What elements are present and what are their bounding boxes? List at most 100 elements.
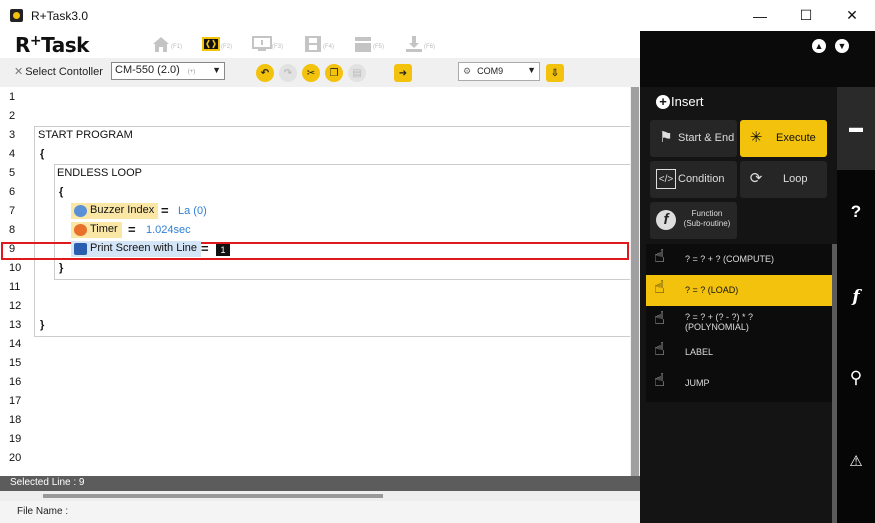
code-editor[interactable]: 1 2 3 4 5 6 7 8 9 10 11 12 13 14 15 16 1… [0,87,630,476]
close-brace: } [40,319,45,331]
command-list: ☝? = ? + ? (COMPUTE) ☝? = ? (LOAD) ☝ ? =… [646,244,832,402]
line-number: 16 [9,376,22,388]
timer-chip[interactable]: Timer [71,222,122,238]
download-icon [406,36,422,52]
clapboard-icon [355,37,371,52]
editor-vertical-scrollbar[interactable] [630,87,640,476]
line-number: 11 [9,281,21,293]
line-number: 13 [9,319,22,331]
redo-button[interactable]: ↷ [279,64,297,82]
endless-loop-keyword[interactable]: ENDLESS LOOP [57,167,142,179]
category-condition[interactable]: </> Condition [650,161,737,198]
monitor-icon [252,36,272,51]
plus-icon: + [656,95,670,109]
line-number: 12 [9,300,22,312]
function-icon: f [656,210,676,230]
line-number: 17 [9,395,22,407]
export-button[interactable]: ➜ [394,64,412,82]
monitor-tab[interactable]: (F3) [252,35,292,57]
home-icon [153,37,169,52]
chat-icon[interactable]: ▬ [837,119,875,135]
assign-operator: = [128,222,136,237]
command-load[interactable]: ☝? = ? (LOAD) [646,275,832,306]
command-polynomial[interactable]: ☝ ? = ? + (? - ?) * ? (POLYNOMIAL) [646,306,832,337]
start-program-keyword[interactable]: START PROGRAM [38,129,133,141]
paste-button[interactable]: ▤ [348,64,366,82]
copy-button[interactable]: ❐ [325,64,343,82]
category-execute[interactable]: ✳ Execute [740,120,827,157]
panel-header: ▲ ▼ [640,31,875,87]
hand-pointer-icon: ☝ [654,246,665,266]
task-code-tab[interactable]: (F2) [201,35,241,57]
line-number: 19 [9,433,22,445]
motion-tab[interactable]: (F4) [303,35,343,57]
buzzer-index-chip[interactable]: Buzzer Index [71,203,159,219]
disconnect-icon: ✕ [14,66,24,78]
insert-heading: + Insert [656,94,704,109]
toolbar: R+Task (F1) (F2) (F3) (F4) (F5) (F6) ✕ Se… [0,31,640,87]
status-bar: Selected Line : 9 [0,476,640,491]
line-number: 8 [9,224,16,236]
loop-icon: ⟳ [749,170,763,187]
download-icon[interactable]: ▼ [835,39,849,53]
buzzer-value[interactable]: La (0) [178,205,207,217]
maximize-button[interactable]: ☐ [783,0,829,31]
return-arrow-icon [74,243,87,255]
film-icon [305,36,321,52]
upload-icon[interactable]: ▲ [812,39,826,53]
timer-icon [74,224,87,236]
category-loop[interactable]: ⟳ Loop [740,161,827,198]
controller-row: ✕ Select Contoller CM-550 (2.0) (+) ▼ ↶ ↷ … [0,58,640,87]
line-number: 20 [9,452,22,464]
command-compute[interactable]: ☝? = ? + ? (COMPUTE) [646,244,832,275]
connect-button[interactable]: ⇩ [546,64,564,82]
line-number: 4 [9,148,16,160]
home-tab[interactable]: (F1) [151,35,191,57]
hand-pointer-icon: ☝ [654,308,665,328]
download-tab[interactable]: (F6) [404,35,444,57]
command-label[interactable]: ☝ LABEL [646,337,832,368]
assign-operator: = [201,241,209,256]
controller-select[interactable]: CM-550 (2.0) (+) ▼ [111,62,225,80]
undo-button[interactable]: ↶ [256,64,274,82]
app-window: R+Task3.0 — ☐ ✕ R+Task (F1) (F2) (F3) (F… [0,0,875,523]
help-icon[interactable]: ? [837,202,875,222]
close-button[interactable]: ✕ [829,0,875,31]
command-jump[interactable]: ☝ JUMP [646,368,832,399]
line-number: 14 [9,338,22,350]
code-brackets-icon [202,37,220,51]
clapboard-tab[interactable]: (F5) [353,35,393,57]
category-function[interactable]: f Function (Sub-routine) [650,202,737,239]
buzzer-icon [74,205,87,217]
com-port-select[interactable]: ⚙ COM9 ▼ [458,62,540,81]
line-number: 2 [9,110,16,122]
print-value[interactable]: 1 [216,244,230,256]
hand-pointer-icon: ☝ [654,277,665,297]
line-number: 5 [9,167,16,179]
logo: R+Task [15,33,89,57]
minimize-button[interactable]: — [737,0,783,31]
cut-button[interactable]: ✂ [302,64,320,82]
spinner-icon: ✳ [749,129,763,146]
loop-close-brace: } [59,262,64,274]
line-number: 3 [9,129,16,141]
scrollbar-thumb[interactable] [631,87,639,476]
loop-block-frame [54,164,630,280]
loop-open-brace: { [59,186,64,198]
gear-icon: ⚙ [463,66,472,76]
warning-icon[interactable]: ⚠ [837,452,875,470]
chevron-down-icon: ▼ [212,65,221,75]
scrollbar-thumb[interactable] [43,494,383,498]
open-brace: { [40,148,45,160]
line-number: 7 [9,205,16,217]
print-screen-chip[interactable]: Print Screen with Line [71,241,201,257]
select-controller-label[interactable]: ✕ Select Contoller [14,65,103,78]
app-icon [10,9,23,22]
function-icon[interactable]: f [837,287,875,307]
horizontal-scrollbar[interactable] [0,491,640,501]
timer-value[interactable]: 1.024sec [146,224,191,236]
category-start-end[interactable]: ⚑ Start & End [650,120,737,157]
search-icon[interactable]: ⚲ [837,368,875,388]
line-number: 6 [9,186,16,198]
insert-panel: ▲ ▼ + Insert ⚑ Start & End ✳ Execute </> Con… [640,31,875,523]
